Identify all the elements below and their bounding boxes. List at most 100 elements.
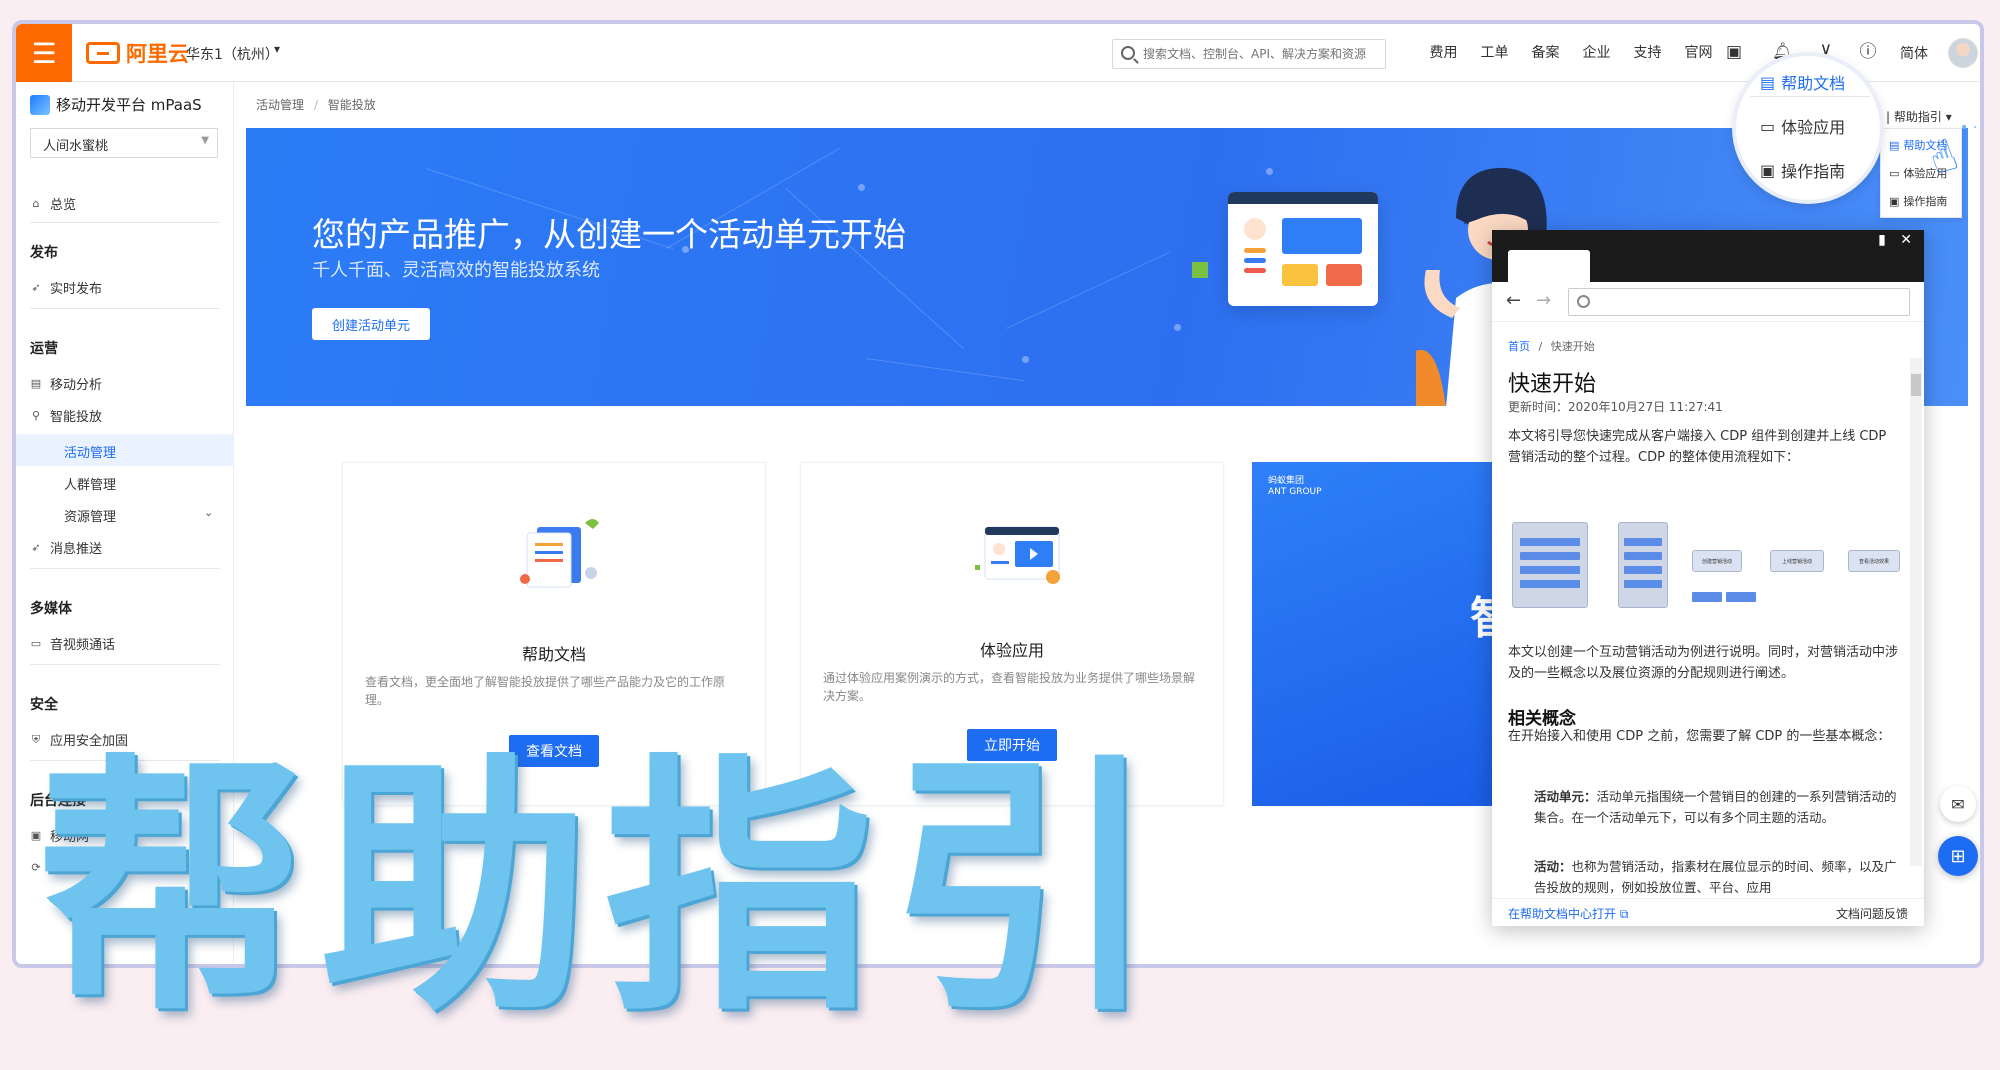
doc-updated-time: 更新时间：2020年10月27日 11:27:41 bbox=[1508, 400, 1723, 414]
top-bar: ☰ 阿里云 华东1（杭州） ▾ 费用 工单 备案 企业 支持 官网 ▣ 🔔︎ ⊻… bbox=[16, 24, 1980, 82]
sidebar-group-publish: 发布 bbox=[30, 245, 58, 261]
card-description: 查看文档，更全面地了解智能投放提供了哪些产品能力及它的工作原理。 bbox=[365, 675, 726, 707]
flow-step bbox=[1520, 538, 1580, 546]
help-icon[interactable]: ⓘ bbox=[1858, 42, 1878, 62]
sparkle-dots: • · bbox=[1960, 120, 1978, 136]
ant-group-logo-line2: ANT GROUP bbox=[1268, 487, 1322, 497]
search-input[interactable] bbox=[1143, 44, 1381, 64]
panel-nav-bar: ← → bbox=[1492, 282, 1924, 322]
promo-banner[interactable]: 蚂蚁集团 ANT GROUP 智 bbox=[1252, 462, 1496, 806]
breadcrumb-separator: / bbox=[313, 98, 318, 112]
scrollbar-thumb[interactable] bbox=[1911, 374, 1921, 396]
app-icon: ▭ bbox=[1760, 116, 1776, 136]
panel-search-field[interactable] bbox=[1568, 288, 1910, 316]
doc-feedback-link[interactable]: 文档问题反馈 bbox=[1836, 905, 1908, 922]
restore-icon[interactable]: ▮ bbox=[1878, 232, 1886, 248]
close-icon[interactable]: ✕ bbox=[1900, 232, 1912, 248]
guide-icon: ▣ bbox=[1889, 194, 1900, 208]
content-block bbox=[1326, 264, 1362, 286]
card-title: 体验应用 bbox=[979, 641, 1044, 660]
concept-item: 活动单元：活动单元指围绕一个营销目的创建的一系列营销活动的集合。在一个活动单元下… bbox=[1534, 786, 1898, 828]
sidebar-item-label: 实时发布 bbox=[50, 282, 103, 297]
flow-step bbox=[1692, 592, 1722, 602]
sidebar-item-crowd-mgmt[interactable]: 人群管理 bbox=[64, 474, 116, 493]
divider bbox=[30, 222, 220, 223]
sidebar-item-overview[interactable]: ⌂ 总览 bbox=[30, 194, 77, 213]
window-controls: ▮ ✕ bbox=[1878, 232, 1912, 248]
ant-group-logo-line1: 蚂蚁集团 bbox=[1268, 476, 1305, 486]
network-line bbox=[865, 358, 1025, 382]
sidebar-item-av-call[interactable]: ▭ 音视频通话 bbox=[30, 634, 115, 653]
aliyun-logo[interactable]: 阿里云 bbox=[86, 38, 189, 68]
apps-grid-icon[interactable]: ⊞ bbox=[1938, 836, 1978, 876]
language-switch[interactable]: 简体 bbox=[1900, 43, 1928, 63]
global-search[interactable] bbox=[1112, 39, 1386, 69]
caret-down-icon[interactable]: ▾ bbox=[274, 42, 280, 56]
sidebar-active-highlight bbox=[16, 434, 234, 466]
magnified-try-app: ▭ 体验应用 bbox=[1760, 114, 1845, 138]
sidebar-item-message-push[interactable]: ➶ 消息推送 bbox=[30, 538, 102, 557]
breadcrumb: 活动管理 / 智能投放 bbox=[256, 96, 376, 113]
guide-icon: ▣ bbox=[1760, 160, 1776, 180]
network-line bbox=[1006, 251, 1170, 329]
magnifier-callout: ▤ 帮助文档 ▭ 体验应用 ▣ 操作指南 bbox=[1736, 56, 1880, 200]
nav-official-site[interactable]: 官网 bbox=[1673, 42, 1724, 62]
terminal-icon[interactable]: ▣ bbox=[1724, 42, 1744, 62]
nav-enterprise[interactable]: 企业 bbox=[1571, 42, 1622, 62]
nav-support[interactable]: 支持 bbox=[1622, 42, 1673, 62]
nav-tickets[interactable]: 工单 bbox=[1469, 42, 1520, 62]
back-arrow-icon[interactable]: ← bbox=[1506, 290, 1521, 311]
network-node bbox=[858, 184, 865, 191]
profile-icon bbox=[1244, 218, 1266, 240]
cdp-flow-diagram: 创建营销活动 上线营销活动 查看活动效果 bbox=[1512, 522, 1902, 608]
open-in-help-center-link[interactable]: 在帮助文档中心打开 ⧉ bbox=[1508, 905, 1628, 922]
flow-node-review: 查看活动效果 bbox=[1848, 550, 1900, 572]
sidebar-item-resource-mgmt[interactable]: 资源管理 bbox=[64, 506, 116, 525]
avatar[interactable] bbox=[1948, 38, 1978, 68]
breadcrumb-current: 智能投放 bbox=[327, 98, 376, 112]
doc-title: 快速开始 bbox=[1508, 372, 1597, 397]
panel-tab[interactable] bbox=[1508, 250, 1590, 282]
nav-fees[interactable]: 费用 bbox=[1418, 42, 1469, 62]
help-guide-toggle[interactable]: | 帮助指引 ▾ bbox=[1886, 108, 1952, 125]
sidebar-item-realtime-publish[interactable]: ➶ 实时发布 bbox=[30, 278, 102, 297]
document-illustration bbox=[520, 519, 599, 588]
sidebar-group-ops: 运营 bbox=[30, 341, 58, 357]
sidebar-item-label: 智能投放 bbox=[50, 410, 103, 425]
app-select[interactable]: 人间水蜜桃 ▼ bbox=[30, 128, 218, 158]
concept-item: 活动：也称为营销活动，指素材在展位显示的时间、频率，以及广告投放的规则，例如投放… bbox=[1534, 856, 1898, 896]
create-activity-unit-button[interactable]: 创建活动单元 bbox=[312, 308, 430, 340]
breadcrumb-home[interactable]: 首页 bbox=[1508, 340, 1530, 353]
nav-icp[interactable]: 备案 bbox=[1520, 42, 1571, 62]
flow-step bbox=[1624, 538, 1662, 546]
search-icon bbox=[1577, 295, 1590, 308]
hamburger-icon[interactable]: ☰ bbox=[16, 24, 72, 82]
forward-arrow-icon[interactable]: → bbox=[1536, 290, 1551, 311]
divider bbox=[30, 664, 220, 665]
chevron-down-icon[interactable]: ⌄ bbox=[204, 506, 213, 519]
search-icon bbox=[1121, 46, 1135, 60]
location-icon: ⚲ bbox=[31, 409, 41, 422]
banner-title: 您的产品推广，从创建一个活动单元开始 bbox=[312, 215, 906, 254]
region-selector[interactable]: 华东1（杭州） bbox=[186, 44, 279, 64]
doc-intro: 本文将引导您快速完成从客户端接入 CDP 组件到创建并上线 CDP 营销活动的整… bbox=[1508, 429, 1887, 465]
breadcrumb-current: 快速开始 bbox=[1550, 340, 1595, 353]
link-label: 在帮助文档中心打开 bbox=[1508, 907, 1617, 921]
breadcrumb-parent[interactable]: 活动管理 bbox=[256, 98, 304, 112]
sidebar-item-mobile-analysis[interactable]: ▤ 移动分析 bbox=[30, 374, 102, 393]
sidebar-item-label: 移动分析 bbox=[50, 378, 103, 393]
app-select-value: 人间水蜜桃 bbox=[43, 139, 109, 154]
network-node bbox=[1174, 324, 1181, 331]
sidebar-item-activity-mgmt[interactable]: 活动管理 bbox=[64, 442, 116, 461]
flow-step bbox=[1520, 566, 1580, 574]
network-node bbox=[1266, 168, 1273, 175]
sidebar-item-label: 消息推送 bbox=[50, 542, 103, 557]
menu-item-guide[interactable]: ▣ 操作指南 bbox=[1889, 193, 1947, 209]
scrollbar[interactable] bbox=[1910, 358, 1922, 866]
sidebar-group-security: 安全 bbox=[30, 697, 58, 713]
sidebar-item-smart-delivery[interactable]: ⚲ 智能投放 bbox=[30, 406, 102, 425]
product-title: 移动开发平台 mPaaS bbox=[30, 94, 202, 115]
doc-icon: ▤ bbox=[1760, 72, 1776, 92]
chat-icon[interactable]: ✉ bbox=[1940, 786, 1976, 822]
magnified-label: 体验应用 bbox=[1781, 118, 1846, 137]
